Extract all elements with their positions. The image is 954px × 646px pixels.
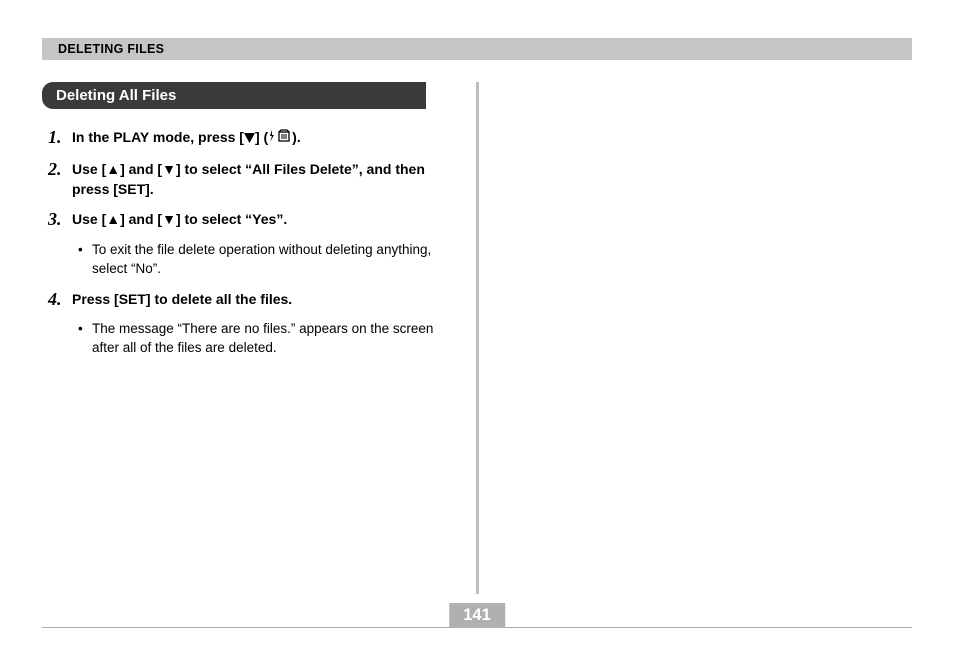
step-instruction: Use [▲] and [▼] to select “Yes”. <box>72 209 446 229</box>
step-body: Use [▲] and [▼] to select “Yes”. <box>72 209 446 229</box>
note-text: To exit the file delete operation withou… <box>92 241 446 279</box>
step-body: Press [SET] to delete all the files. <box>72 289 446 309</box>
step-instruction: In the PLAY mode, press [ ] (). <box>72 127 446 148</box>
manual-page: DELETING FILES Deleting All Files 1. In … <box>0 0 954 646</box>
step-number: 1. <box>48 127 72 149</box>
page-number: 141 <box>463 606 491 624</box>
section-header-bar: DELETING FILES <box>42 38 912 60</box>
step-text-part: ). <box>292 129 301 145</box>
bullet-icon: • <box>78 320 92 358</box>
step-number: 4. <box>48 289 72 311</box>
steps-list: 1. In the PLAY mode, press [ ] (). 2. Use… <box>42 127 446 358</box>
step-item: 4. Press [SET] to delete all the files. <box>48 289 446 311</box>
step-item: 2. Use [▲] and [▼] to select “All Files … <box>48 159 446 200</box>
down-triangle-icon <box>244 128 255 148</box>
step-note: • The message “There are no files.” appe… <box>48 320 446 358</box>
two-column-layout: Deleting All Files 1. In the PLAY mode, … <box>42 82 912 594</box>
step-number: 2. <box>48 159 72 181</box>
step-text-part: ] ( <box>255 129 268 145</box>
step-text-part: In the PLAY mode, press [ <box>72 129 244 145</box>
step-number: 3. <box>48 209 72 231</box>
bullet-icon: • <box>78 241 92 279</box>
subheading-pill: Deleting All Files <box>42 82 426 109</box>
step-instruction: Press [SET] to delete all the files. <box>72 289 446 309</box>
right-column <box>497 82 913 594</box>
step-item: 1. In the PLAY mode, press [ ] (). <box>48 127 446 149</box>
subheading-text: Deleting All Files <box>56 87 176 104</box>
left-column: Deleting All Files 1. In the PLAY mode, … <box>42 82 466 594</box>
note-text: The message “There are no files.” appear… <box>92 320 446 358</box>
step-body: Use [▲] and [▼] to select “All Files Del… <box>72 159 446 200</box>
page-number-box: 141 <box>449 603 505 628</box>
page-footer: 141 <box>42 627 912 628</box>
step-item: 3. Use [▲] and [▼] to select “Yes”. <box>48 209 446 231</box>
step-note: • To exit the file delete operation with… <box>48 241 446 279</box>
section-header-text: DELETING FILES <box>58 42 164 56</box>
step-body: In the PLAY mode, press [ ] (). <box>72 127 446 148</box>
step-instruction: Use [▲] and [▼] to select “All Files Del… <box>72 159 446 200</box>
flash-trash-icon <box>268 128 292 148</box>
column-divider <box>476 82 479 594</box>
